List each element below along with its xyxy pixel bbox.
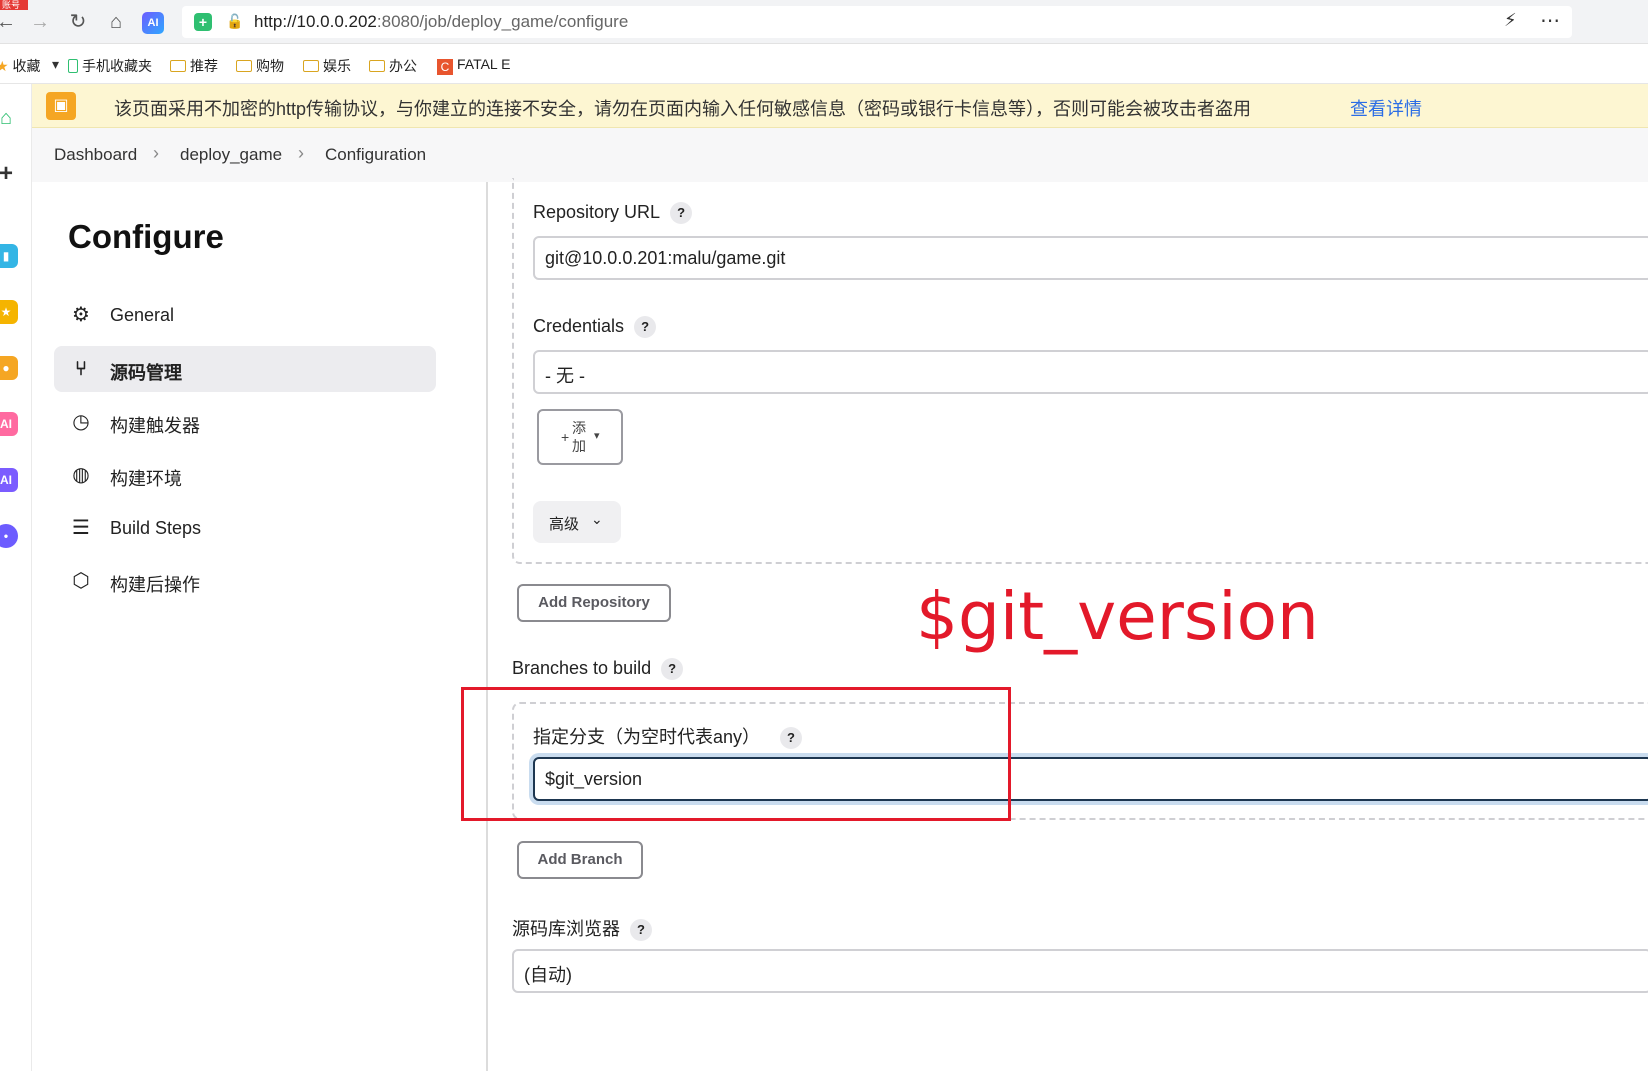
address-bar[interactable]: + 🔓 http://10.0.0.202:8080/job/deploy_ga… xyxy=(182,6,1572,38)
bookmark-mobile[interactable]: 手机收藏夹 xyxy=(68,56,152,76)
repo-url-label: Repository URL? xyxy=(533,202,693,224)
home-icon[interactable]: ⌂ xyxy=(0,106,18,130)
bot-app-icon[interactable]: ● xyxy=(0,356,18,380)
help-icon[interactable]: ? xyxy=(630,919,652,941)
more-menu-icon[interactable]: ⋯ xyxy=(1540,8,1560,33)
ai-app-icon[interactable]: AI xyxy=(0,412,18,436)
browser-side-strip: ⌂ + ▮ ★ ● AI AI • xyxy=(0,84,32,1071)
breadcrumb-configuration[interactable]: Configuration xyxy=(325,145,426,165)
sidebar-item-environment[interactable]: ◍ 构建环境 xyxy=(54,452,436,498)
list-icon: ☰ xyxy=(72,517,90,539)
breadcrumb-job[interactable]: deploy_game xyxy=(180,145,282,165)
fatal-site-icon: C xyxy=(437,59,453,75)
chevron-down-icon[interactable]: ▾ xyxy=(52,56,59,73)
ai-assistant-icon[interactable]: AI xyxy=(142,12,164,34)
repo-browser-select[interactable]: (自动) xyxy=(512,949,1648,993)
assistant-icon[interactable]: • xyxy=(0,524,18,548)
sidebar-item-label: 构建环境 xyxy=(110,469,182,489)
package-icon: ⬡ xyxy=(72,570,90,592)
folder-icon xyxy=(236,60,252,72)
phone-icon xyxy=(68,59,78,73)
star-icon: ★ xyxy=(0,58,9,74)
credentials-select[interactable]: - 无 - xyxy=(533,350,1648,394)
sidebar-item-label: 构建后操作 xyxy=(110,575,200,595)
bookmark-shopping[interactable]: 购物 xyxy=(236,56,284,76)
advanced-button[interactable]: 高级 ⌄ xyxy=(533,501,621,543)
clock-icon: ◷ xyxy=(72,411,90,433)
insecure-warning-bar: ▣ 该页面采用不加密的http传输协议，与你建立的连接不安全，请勿在页面内输入任… xyxy=(32,84,1648,128)
bookmark-office[interactable]: 办公 xyxy=(369,56,417,76)
annotation-highlight-box xyxy=(461,687,1011,821)
sidebar-item-scm[interactable]: ⑂ 源码管理 xyxy=(54,346,436,392)
add-branch-button[interactable]: Add Branch xyxy=(517,841,643,879)
add-repository-button[interactable]: Add Repository xyxy=(517,584,671,622)
repo-url-input[interactable]: git@10.0.0.201:malu/game.git xyxy=(533,236,1648,280)
add-credentials-button[interactable]: + 添加 ▾ xyxy=(537,409,623,465)
shield-icon[interactable]: + xyxy=(194,13,212,31)
warning-robot-icon: ▣ xyxy=(46,92,76,120)
folder-icon xyxy=(170,60,186,72)
insecure-lock-icon[interactable]: 🔓 xyxy=(226,13,243,30)
bookmarks-bar: ★ 收藏 ▾ 手机收藏夹 推荐 购物 娱乐 办公 C FATAL E xyxy=(0,44,1648,84)
repo-browser-label: 源码库浏览器? xyxy=(512,915,652,941)
sidebar-item-label: 源码管理 xyxy=(110,363,182,383)
sidebar-item-general[interactable]: ⚙ General xyxy=(54,292,436,338)
url-text[interactable]: http://10.0.0.202:8080/job/deploy_game/c… xyxy=(254,12,628,32)
sidebar-item-label: Build Steps xyxy=(110,518,202,538)
credentials-label: Credentials? xyxy=(533,316,657,338)
branches-label: Branches to build? xyxy=(512,658,684,680)
branch-icon: ⑂ xyxy=(75,358,87,380)
annotation-text: $git_version xyxy=(916,578,1319,655)
sidebar-item-label: General xyxy=(110,305,175,325)
bookmark-entertainment[interactable]: 娱乐 xyxy=(303,56,351,76)
ai-chat-icon[interactable]: AI xyxy=(0,468,18,492)
breadcrumb-dashboard[interactable]: Dashboard xyxy=(54,145,137,165)
scm-config-panel: Repository URL? git@10.0.0.201:malu/game… xyxy=(461,178,1648,1071)
help-icon[interactable]: ? xyxy=(670,202,693,224)
warning-text: 该页面采用不加密的http传输协议，与你建立的连接不安全，请勿在页面内输入任何敏… xyxy=(114,99,1252,119)
warning-details-link[interactable]: 查看详情 xyxy=(1350,95,1422,121)
chevron-right-icon: › xyxy=(298,143,304,163)
help-icon[interactable]: ? xyxy=(634,316,657,338)
globe-icon: ◍ xyxy=(72,464,90,486)
folder-icon xyxy=(303,60,319,72)
plus-icon[interactable]: + xyxy=(0,162,18,186)
bookmark-fatal[interactable]: C FATAL E xyxy=(437,56,510,75)
account-badge: 账号 xyxy=(0,0,28,10)
sidebar-item-build-steps[interactable]: ☰ Build Steps xyxy=(54,505,436,551)
reload-icon[interactable]: ↻ xyxy=(66,10,90,34)
plus-icon: + xyxy=(561,429,570,445)
star-app-icon[interactable]: ★ xyxy=(0,300,18,324)
browser-toolbar: 账号 ← → ↻ ⌂ AI + 🔓 http://10.0.0.202:8080… xyxy=(0,0,1648,44)
chevron-down-icon: ⌄ xyxy=(591,511,603,527)
sidebar-item-post-build[interactable]: ⬡ 构建后操作 xyxy=(54,558,436,604)
caret-down-icon: ▾ xyxy=(594,430,600,442)
folder-icon xyxy=(369,60,385,72)
lightning-icon[interactable]: ⚡ xyxy=(1504,10,1517,31)
page-title: Configure xyxy=(68,218,224,255)
bookmark-recommend[interactable]: 推荐 xyxy=(170,56,218,76)
breadcrumb: Dashboard › deploy_game › Configuration xyxy=(32,128,1648,182)
help-icon[interactable]: ? xyxy=(661,658,684,680)
config-sidebar: Configure ⚙ General ⑂ 源码管理 ◷ 构建触发器 ◍ 构建环… xyxy=(32,182,488,1071)
sidebar-item-triggers[interactable]: ◷ 构建触发器 xyxy=(54,399,436,445)
chevron-right-icon: › xyxy=(153,143,159,163)
bookmark-favorites[interactable]: ★ 收藏 xyxy=(0,56,40,76)
forward-icon[interactable]: → xyxy=(28,10,52,34)
app-icon[interactable]: ▮ xyxy=(0,244,18,268)
back-icon[interactable]: ← xyxy=(0,10,18,34)
home-icon[interactable]: ⌂ xyxy=(104,10,128,34)
sidebar-item-label: 构建触发器 xyxy=(110,416,200,436)
gear-icon: ⚙ xyxy=(72,304,90,326)
